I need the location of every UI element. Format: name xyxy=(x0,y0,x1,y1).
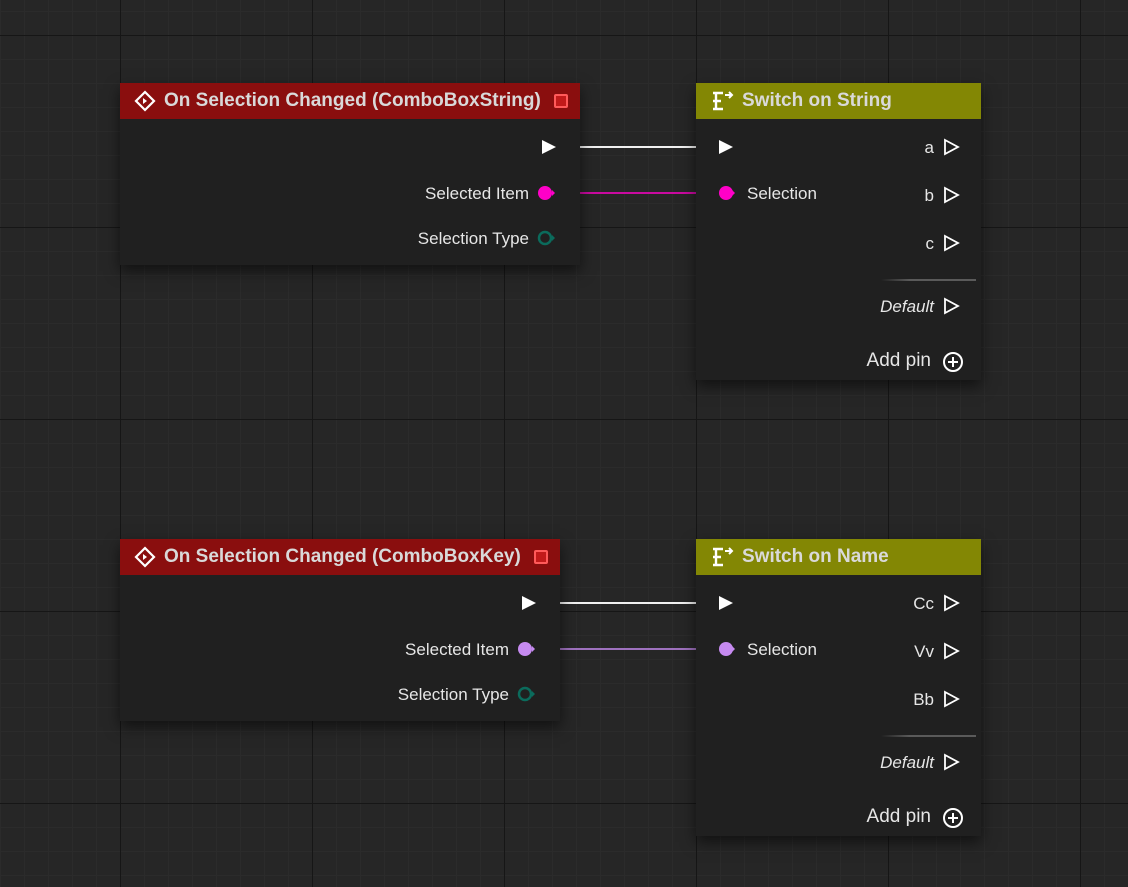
add-pin-label[interactable]: Add pin xyxy=(867,806,931,828)
event-node-combobox-string[interactable]: On Selection Changed (ComboBoxString) Se… xyxy=(120,83,580,265)
selected-item-label: Selected Item xyxy=(425,184,529,203)
case-output-pin-cc[interactable] xyxy=(942,594,960,612)
breakpoint-icon[interactable] xyxy=(534,550,548,564)
default-divider xyxy=(881,735,976,737)
switch-node-header[interactable]: Switch on String xyxy=(696,83,981,119)
node-title: On Selection Changed (ComboBoxString) xyxy=(164,90,541,111)
case-label-c: c xyxy=(925,234,935,253)
selection-input-label: Selection xyxy=(747,640,817,659)
selected-item-pin[interactable] xyxy=(537,184,555,202)
add-pin-plus-icon[interactable] xyxy=(942,807,964,829)
case-label-cc: Cc xyxy=(913,594,934,613)
case-output-pin-vv[interactable] xyxy=(942,642,960,660)
selection-input-label: Selection xyxy=(747,184,817,203)
selection-input-pin[interactable] xyxy=(717,184,735,202)
event-diamond-icon xyxy=(134,546,156,568)
breakpoint-icon[interactable] xyxy=(554,94,568,108)
event-node-header[interactable]: On Selection Changed (ComboBoxString) xyxy=(120,83,580,119)
exec-input-pin[interactable] xyxy=(717,138,735,156)
case-output-pin-a[interactable] xyxy=(942,138,960,156)
selection-type-label: Selection Type xyxy=(417,229,529,248)
selection-type-pin[interactable] xyxy=(517,685,535,703)
case-label-bb: Bb xyxy=(913,690,934,709)
case-output-pin-c[interactable] xyxy=(942,234,960,252)
exec-output-pin[interactable] xyxy=(520,594,538,612)
case-label-vv: Vv xyxy=(914,642,934,661)
switch-on-string-node[interactable]: Switch on String Selection a b c Default… xyxy=(696,83,981,380)
event-node-header[interactable]: On Selection Changed (ComboBoxKey) xyxy=(120,539,560,575)
add-pin-label[interactable]: Add pin xyxy=(867,350,931,372)
node-title: On Selection Changed (ComboBoxKey) xyxy=(164,546,521,567)
selection-input-pin[interactable] xyxy=(717,640,735,658)
switch-on-name-node[interactable]: Switch on Name Selection Cc Vv Bb Defaul… xyxy=(696,539,981,836)
case-label-b: b xyxy=(924,186,934,205)
case-output-pin-bb[interactable] xyxy=(942,690,960,708)
node-title: Switch on Name xyxy=(742,546,889,567)
switch-node-header[interactable]: Switch on Name xyxy=(696,539,981,575)
add-pin-plus-icon[interactable] xyxy=(942,351,964,373)
selection-type-pin[interactable] xyxy=(537,229,555,247)
case-label-a: a xyxy=(924,138,934,157)
switch-icon xyxy=(713,547,734,567)
event-node-combobox-key[interactable]: On Selection Changed (ComboBoxKey) Selec… xyxy=(120,539,560,721)
selected-item-label: Selected Item xyxy=(405,640,509,659)
event-diamond-icon xyxy=(134,90,156,112)
selection-type-label: Selection Type xyxy=(397,685,509,704)
exec-input-pin[interactable] xyxy=(717,594,735,612)
switch-icon xyxy=(713,91,734,111)
node-title: Switch on String xyxy=(742,90,892,111)
case-output-pin-b[interactable] xyxy=(942,186,960,204)
default-divider xyxy=(881,279,976,281)
default-output-pin[interactable] xyxy=(942,753,960,771)
default-label: Default xyxy=(880,297,934,316)
selected-item-pin[interactable] xyxy=(517,640,535,658)
default-output-pin[interactable] xyxy=(942,297,960,315)
exec-output-pin[interactable] xyxy=(540,138,558,156)
default-label: Default xyxy=(880,753,934,772)
